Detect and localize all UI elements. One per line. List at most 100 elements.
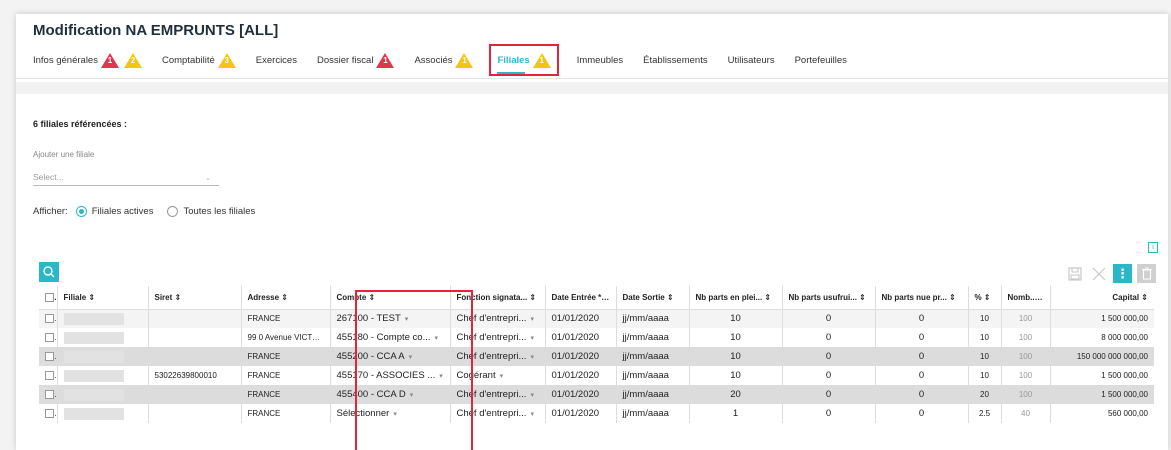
info-icon[interactable]: i [1148, 242, 1158, 253]
col-parts-usufruit[interactable]: Nb parts usufrui... ⇕ [781, 286, 875, 310]
cell-parts-nue[interactable]: 0 [874, 309, 968, 328]
cell-compte[interactable]: 455170 - ASSOCIES ... ▾ [329, 366, 450, 385]
tab-4[interactable]: Associés 1 [414, 48, 474, 72]
cell-compte[interactable]: 455200 - CCA A ▾ [329, 347, 450, 366]
cell-parts-nue[interactable]: 0 [874, 366, 968, 385]
cell-compte[interactable]: 267100 - TEST ▾ [329, 309, 450, 328]
tab-0[interactable]: Infos générales 1 2 [33, 48, 142, 72]
row-checkbox-cell[interactable] [39, 385, 57, 404]
select-all-checkbox-cell[interactable] [39, 286, 57, 310]
chevron-down-icon[interactable]: ▾ [530, 392, 534, 399]
row-checkbox[interactable] [45, 371, 54, 381]
chevron-down-icon[interactable]: ▾ [530, 411, 534, 418]
row-checkbox-cell[interactable] [39, 347, 57, 366]
radio-icon-selected[interactable] [75, 206, 87, 217]
col-siret[interactable]: Siret ⇕ [147, 286, 241, 310]
col-parts-pleine[interactable]: Nb parts en plei... ⇕ [688, 286, 782, 310]
cell-date-entree[interactable]: 01/01/2020 [544, 404, 616, 423]
col-capital[interactable]: Capital ⇕ [1049, 286, 1154, 310]
row-checkbox[interactable] [45, 409, 54, 419]
row-checkbox-cell[interactable] [39, 328, 57, 347]
chevron-down-icon[interactable]: ▾ [410, 392, 414, 399]
select-all-checkbox[interactable] [45, 292, 54, 302]
col-adresse[interactable]: Adresse ⇕ [240, 286, 330, 310]
cell-date-sortie[interactable]: jj/mm/aaaa [615, 328, 689, 347]
cell-parts-pleine[interactable]: 10 [688, 328, 782, 347]
chevron-down-icon[interactable]: ▾ [435, 335, 439, 342]
trash-icon[interactable] [1137, 264, 1156, 283]
cell-date-entree[interactable]: 01/01/2020 [544, 328, 616, 347]
cell-date-sortie[interactable]: jj/mm/aaaa [615, 309, 689, 328]
cell-date-entree[interactable]: 01/01/2020 [544, 309, 616, 328]
row-checkbox-cell[interactable] [39, 309, 57, 328]
chevron-down-icon[interactable]: ▾ [409, 354, 413, 361]
chevron-down-icon[interactable]: ▾ [439, 373, 443, 380]
cell-parts-nue[interactable]: 0 [874, 328, 968, 347]
cell-parts-usufruit[interactable]: 0 [781, 404, 875, 423]
save-icon[interactable] [1065, 264, 1084, 283]
tab-8[interactable]: Utilisateurs [728, 48, 775, 72]
tab-1[interactable]: Comptabilité 3 [162, 48, 236, 72]
row-checkbox-cell[interactable] [39, 404, 57, 423]
cell-date-sortie[interactable]: jj/mm/aaaa [615, 347, 689, 366]
col-parts-nue[interactable]: Nb parts nue pr... ⇕ [874, 286, 968, 310]
col-date-sortie[interactable]: Date Sortie ⇕ [615, 286, 689, 310]
row-checkbox[interactable] [45, 352, 54, 362]
tab-9[interactable]: Portefeuilles [795, 48, 847, 72]
col-nombre[interactable]: Nomb... ⇕ [1000, 286, 1050, 310]
cell-parts-nue[interactable]: 0 [874, 385, 968, 404]
table-row[interactable]: FRANCE 267100 - TEST ▾ Chef d'entrepri... ▾ 0… [39, 309, 1154, 328]
cell-date-sortie[interactable]: jj/mm/aaaa [615, 366, 689, 385]
radio-icon[interactable] [167, 206, 179, 217]
cell-parts-usufruit[interactable]: 0 [781, 328, 875, 347]
table-row[interactable]: 53022639800010 FRANCE 455170 - ASSOCIES ..… [39, 366, 1154, 385]
cell-parts-nue[interactable]: 0 [874, 347, 968, 366]
cell-parts-usufruit[interactable]: 0 [781, 366, 875, 385]
cell-parts-pleine[interactable]: 10 [688, 347, 782, 366]
table-row[interactable]: FRANCE 455400 - CCA D ▾ Chef d'entrepri... ▾… [39, 385, 1154, 404]
cell-parts-pleine[interactable]: 20 [688, 385, 782, 404]
row-checkbox-cell[interactable] [39, 366, 57, 385]
cell-fonction[interactable]: Cogérant ▾ [449, 366, 545, 385]
chevron-down-icon[interactable]: ▾ [530, 354, 534, 361]
cell-parts-pleine[interactable]: 10 [688, 366, 782, 385]
cell-date-entree[interactable]: 01/01/2020 [544, 347, 616, 366]
radio-all-subsidiaries[interactable]: Toutes les filiales [167, 206, 255, 217]
cell-date-entree[interactable]: 01/01/2020 [544, 385, 616, 404]
cell-parts-usufruit[interactable]: 0 [781, 347, 875, 366]
table-row[interactable]: FRANCE Sélectionner ▾ Chef d'entrepri... ▾ 01… [39, 404, 1154, 423]
col-filiale[interactable]: Filiale ⇕ [56, 286, 148, 310]
col-compte[interactable]: Compte ⇕ [329, 286, 450, 310]
chevron-down-icon[interactable]: ▾ [530, 316, 534, 323]
col-date-entree[interactable]: Date Entrée * ⇕ [544, 286, 616, 310]
row-checkbox[interactable] [45, 390, 54, 400]
row-checkbox[interactable] [45, 333, 54, 343]
cell-compte[interactable]: 455180 - Compte co... ▾ [329, 328, 450, 347]
tab-7[interactable]: Établissements [643, 48, 707, 72]
table-search-button[interactable] [39, 262, 59, 282]
cell-parts-nue[interactable]: 0 [874, 404, 968, 423]
cell-fonction[interactable]: Chef d'entrepri... ▾ [449, 328, 545, 347]
cell-fonction[interactable]: Chef d'entrepri... ▾ [449, 404, 545, 423]
cell-parts-usufruit[interactable]: 0 [781, 385, 875, 404]
tab-6[interactable]: Immeubles [577, 48, 623, 72]
col-percent[interactable]: % ⇕ [967, 286, 1001, 310]
radio-active-subsidiaries[interactable]: Filiales actives [75, 206, 153, 217]
cell-parts-pleine[interactable]: 1 [688, 404, 782, 423]
cell-fonction[interactable]: Chef d'entrepri... ▾ [449, 385, 545, 404]
cell-compte[interactable]: Sélectionner ▾ [329, 404, 450, 423]
add-subsidiary-select[interactable]: Select... ⌄ [33, 169, 219, 186]
chevron-down-icon[interactable]: ▾ [530, 335, 534, 342]
cell-date-entree[interactable]: 01/01/2020 [544, 366, 616, 385]
chevron-down-icon[interactable]: ▾ [500, 373, 504, 380]
cell-parts-pleine[interactable]: 10 [688, 309, 782, 328]
table-row[interactable]: 99 0 Avenue VICTO... 455180 - Compte co..… [39, 328, 1154, 347]
tab-2[interactable]: Exercices [256, 48, 297, 72]
cell-fonction[interactable]: Chef d'entrepri... ▾ [449, 347, 545, 366]
row-checkbox[interactable] [45, 314, 54, 324]
chevron-down-icon[interactable]: ▾ [393, 411, 397, 418]
cell-date-sortie[interactable]: jj/mm/aaaa [615, 385, 689, 404]
table-row[interactable]: FRANCE 455200 - CCA A ▾ Chef d'entrepri... ▾… [39, 347, 1154, 366]
tab-5[interactable]: Filiales 1 [489, 44, 559, 76]
cell-parts-usufruit[interactable]: 0 [781, 309, 875, 328]
